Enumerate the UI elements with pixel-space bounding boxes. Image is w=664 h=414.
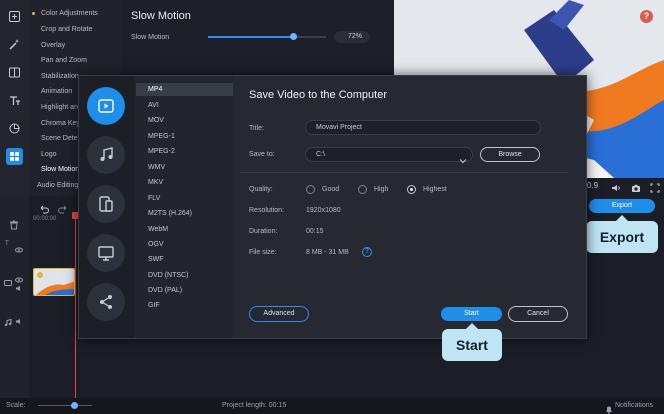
title-label: Title:	[249, 125, 264, 132]
chevron-down-icon[interactable]	[459, 151, 467, 169]
save-to-label: Save to:	[249, 151, 275, 158]
transitions-icon[interactable]	[6, 64, 23, 81]
clip-thumbnail	[34, 269, 74, 295]
video-file-icon[interactable]	[87, 87, 125, 125]
status-bar	[0, 398, 664, 414]
dialog-title: Save Video to the Computer	[249, 89, 387, 101]
quality-good-label[interactable]: Good	[322, 186, 339, 193]
quality-high-label[interactable]: High	[374, 186, 388, 193]
slow-motion-label: Slow Motion	[131, 34, 170, 41]
format-item[interactable]: GIF	[148, 302, 160, 309]
format-item[interactable]: WMV	[148, 164, 165, 171]
quality-high-radio[interactable]	[358, 185, 367, 194]
tool-item[interactable]: Stabilization	[41, 73, 79, 80]
scale-slider-handle[interactable]	[71, 402, 78, 409]
format-item[interactable]: M2TS (H.264)	[148, 210, 192, 217]
cancel-button[interactable]: Cancel	[508, 306, 568, 322]
divider	[240, 172, 568, 173]
music-track-icon	[4, 314, 12, 332]
eye-icon[interactable]	[15, 240, 23, 258]
format-item[interactable]: AVI	[148, 102, 159, 109]
speed-slider-fill	[208, 36, 293, 38]
panel-title: Slow Motion	[131, 10, 191, 22]
format-item[interactable]: MPEG-2	[148, 148, 175, 155]
tool-item[interactable]: Animation	[41, 88, 72, 95]
tool-item[interactable]: Overlay	[41, 42, 65, 49]
format-item[interactable]: DVD (PAL)	[148, 287, 182, 294]
quality-highest-radio[interactable]	[407, 185, 416, 194]
help-button[interactable]: ?	[640, 10, 653, 23]
tool-item[interactable]: Chroma Key	[41, 120, 80, 127]
file-size-info-icon[interactable]: ?	[362, 247, 372, 257]
tool-item[interactable]: Highlight and	[41, 104, 82, 111]
format-item[interactable]: MOV	[148, 117, 164, 124]
format-item[interactable]: WebM	[148, 226, 168, 233]
bell-icon[interactable]	[605, 401, 613, 414]
speed-slider-handle[interactable]	[290, 33, 297, 40]
save-path-select[interactable]: C:\	[305, 147, 473, 162]
format-list	[134, 76, 233, 338]
tv-icon[interactable]	[87, 234, 125, 272]
speaker-icon[interactable]	[15, 312, 23, 330]
format-item[interactable]: FLV	[148, 195, 160, 202]
file-size-value: 8 MB - 31 MB	[306, 249, 349, 256]
tool-item[interactable]: Crop and Rotate	[41, 26, 92, 33]
export-button[interactable]: Export	[589, 199, 655, 213]
quality-highest-label[interactable]: Highest	[423, 186, 447, 193]
format-item-mp4[interactable]: MP4	[148, 86, 162, 93]
speed-value-field[interactable]: 72%	[334, 31, 370, 43]
scale-label: Scale:	[6, 402, 26, 409]
video-clip[interactable]	[33, 268, 75, 296]
format-item[interactable]: DVD (NTSC)	[148, 272, 188, 279]
trash-icon[interactable]	[9, 217, 19, 235]
format-item[interactable]: MPEG-1	[148, 133, 175, 140]
tool-item[interactable]: Color Adjustments	[41, 10, 98, 17]
title-input[interactable]: Movavi Project	[305, 120, 541, 135]
speaker-icon[interactable]	[15, 279, 23, 297]
list-bullet	[32, 12, 35, 15]
start-callout: Start	[442, 323, 502, 361]
quality-label: Quality:	[249, 186, 273, 193]
tool-item[interactable]: Pan and Zoom	[41, 57, 87, 64]
duration-value: 00:15	[306, 228, 324, 235]
file-size-label: File size:	[249, 249, 277, 256]
project-length: Project length: 00:15	[222, 402, 287, 409]
tool-item-slow-motion[interactable]: Slow Motion	[41, 166, 79, 173]
import-icon[interactable]	[6, 8, 23, 25]
video-track-icon	[4, 274, 12, 292]
stickers-icon[interactable]	[6, 120, 23, 137]
export-callout: Export	[586, 215, 658, 253]
magic-wand-icon[interactable]	[6, 36, 23, 53]
audio-file-icon[interactable]	[87, 136, 125, 174]
start-button[interactable]: Start	[441, 307, 502, 321]
format-item[interactable]: OGV	[148, 241, 164, 248]
resolution-label: Resolution:	[249, 207, 285, 214]
ruler-start-time: 00:00:00	[33, 216, 57, 222]
browse-button[interactable]: Browse	[480, 147, 540, 162]
more-tools-icon[interactable]	[6, 148, 23, 165]
tool-sidebar	[0, 0, 29, 196]
playhead-line[interactable]	[75, 214, 76, 398]
notifications-link[interactable]: Notifications	[615, 402, 653, 409]
format-item[interactable]: SWF	[148, 256, 164, 263]
advanced-button[interactable]: Advanced	[249, 306, 309, 322]
resolution-value: 1920x1080	[306, 207, 341, 214]
redo-icon[interactable]	[58, 201, 69, 219]
duration-label: Duration:	[249, 228, 278, 235]
share-icon[interactable]	[87, 283, 125, 321]
devices-icon[interactable]	[87, 185, 125, 223]
format-item[interactable]: MKV	[148, 179, 163, 186]
tool-item[interactable]: Logo	[41, 151, 57, 158]
title-track-icon: T	[5, 241, 9, 247]
tool-item-audio[interactable]: Audio Editing	[37, 182, 78, 189]
quality-good-radio[interactable]	[306, 185, 315, 194]
scale-slider[interactable]	[38, 405, 92, 406]
titles-icon[interactable]	[6, 92, 23, 109]
tool-item[interactable]: Scene Detect	[41, 135, 83, 142]
